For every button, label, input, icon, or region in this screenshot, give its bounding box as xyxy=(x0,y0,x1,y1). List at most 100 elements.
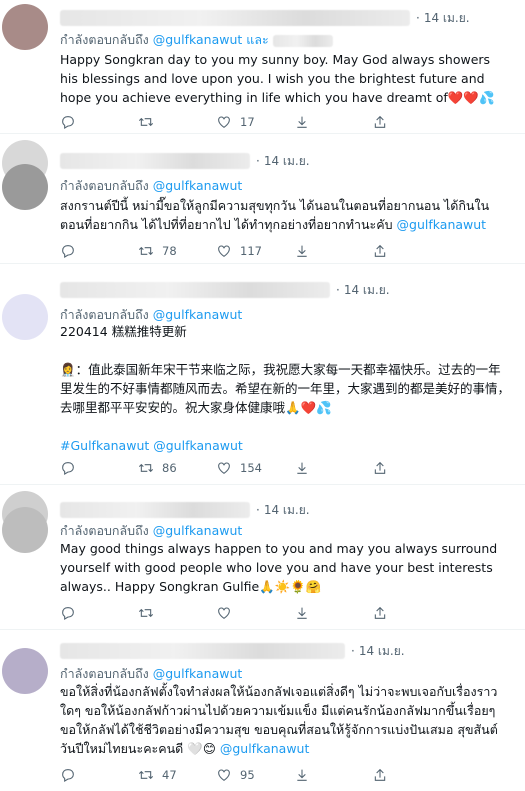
timestamp[interactable]: · 14 เม.ย. xyxy=(416,9,470,28)
tweet[interactable]: · 14 เม.ย. กำลังตอบกลับถึง @gulfkanawut ส… xyxy=(0,134,525,264)
author-name[interactable] xyxy=(60,643,345,659)
tweet[interactable]: · 14 เม.ย. กำลังตอบกลับถึง @gulfkanawut 2… xyxy=(0,264,525,485)
like-icon xyxy=(218,607,230,619)
download-button[interactable] xyxy=(294,243,372,259)
tweet-text: Happy Songkran day to you my sunny boy. … xyxy=(60,52,495,105)
reply-button[interactable] xyxy=(60,605,138,621)
like-button[interactable]: 17 xyxy=(216,114,294,130)
download-icon xyxy=(297,245,307,257)
like-icon xyxy=(218,462,230,474)
retweet-button[interactable] xyxy=(138,114,216,130)
reply-icon xyxy=(62,462,74,475)
share-button[interactable] xyxy=(372,605,450,621)
share-button[interactable] xyxy=(372,460,450,476)
like-icon xyxy=(218,245,230,257)
share-button[interactable] xyxy=(372,767,450,783)
download-icon xyxy=(297,116,307,128)
reply-mention[interactable]: @gulfkanawut xyxy=(153,666,243,681)
tweet-actions xyxy=(60,603,450,623)
retweet-icon xyxy=(138,463,154,473)
download-button[interactable] xyxy=(294,605,372,621)
timestamp[interactable]: · 14 เม.ย. xyxy=(336,281,390,300)
tweet[interactable]: · 14 เม.ย. กำลังตอบกลับถึง @gulfkanawut M… xyxy=(0,485,525,630)
author-name[interactable] xyxy=(60,282,330,298)
tweet-text: สงกรานต์ปีนี้ หม่ามี๊ขอให้ลูกมีความสุขทุ… xyxy=(60,198,490,232)
like-icon xyxy=(218,769,230,781)
reply-mention-and[interactable]: และ xyxy=(246,32,268,47)
share-icon xyxy=(374,768,386,781)
avatar-secondary xyxy=(2,164,48,210)
hashtag-line[interactable]: #Gulfkanawut @gulfkanawut xyxy=(60,436,511,455)
retweet-icon xyxy=(138,770,154,780)
avatar[interactable] xyxy=(2,294,48,340)
retweet-button[interactable] xyxy=(138,605,216,621)
reply-context: กำลังตอบกลับถึง @gulfkanawut xyxy=(60,178,243,193)
download-icon xyxy=(297,769,307,781)
author-name[interactable] xyxy=(60,153,250,169)
download-button[interactable] xyxy=(294,114,372,130)
reply-button[interactable] xyxy=(60,460,138,476)
download-button[interactable] xyxy=(294,460,372,476)
reply-context: กำลังตอบกลับถึง @gulfkanawut xyxy=(60,666,243,681)
reply-icon xyxy=(62,607,74,620)
reply-mention[interactable]: @gulfkanawut xyxy=(153,32,243,47)
retweet-button[interactable]: 78 xyxy=(138,243,216,259)
author-name[interactable] xyxy=(60,10,410,26)
tweet-actions: 86 154 xyxy=(60,458,450,478)
reply-mention[interactable]: @gulfkanawut xyxy=(153,523,243,538)
like-button[interactable] xyxy=(216,605,294,621)
reply-mention[interactable]: @gulfkanawut xyxy=(153,178,243,193)
download-icon xyxy=(297,462,307,474)
tweet-header: · 14 เม.ย. xyxy=(60,281,390,299)
share-button[interactable] xyxy=(372,243,450,259)
tweet-text: May good things always happen to you and… xyxy=(60,541,498,594)
retweet-icon xyxy=(138,608,154,618)
tweet-actions: 47 95 xyxy=(60,765,450,785)
tweet-text: 220414 糕糕推特更新 👩‍⚕️：值此泰国新年宋干节来临之际，我祝愿大家每一… xyxy=(60,324,511,455)
share-icon xyxy=(374,606,386,619)
reply-context: กำลังตอบกลับถึง @gulfkanawut xyxy=(60,523,243,538)
emoji: ❤️❤️💦 xyxy=(447,90,495,105)
reply-mention-blurred[interactable] xyxy=(272,34,333,47)
download-button[interactable] xyxy=(294,767,372,783)
timestamp[interactable]: · 14 เม.ย. xyxy=(256,152,310,171)
reply-icon xyxy=(62,769,74,782)
share-icon xyxy=(374,115,386,128)
reply-button[interactable] xyxy=(60,243,138,259)
timestamp[interactable]: · 14 เม.ย. xyxy=(256,501,310,520)
tweet-header: · 14 เม.ย. xyxy=(60,9,470,27)
tweet-paragraph: 👩‍⚕️：值此泰国新年宋干节来临之际，我祝愿大家每一天都幸福快乐。过去的一年里发… xyxy=(60,362,511,415)
retweet-icon xyxy=(138,246,154,256)
reply-context: กำลังตอบกลับถึง @gulfkanawut และ xyxy=(60,30,333,50)
reply-button[interactable] xyxy=(60,767,138,783)
reply-icon xyxy=(62,245,74,258)
reply-button[interactable] xyxy=(60,114,138,130)
tweet-actions: 17 xyxy=(60,112,450,132)
avatar[interactable] xyxy=(2,648,48,694)
tweet-actions: 78 117 xyxy=(60,241,450,261)
reply-icon xyxy=(62,116,74,129)
like-button[interactable]: 117 xyxy=(216,243,294,259)
tweet-header: · 14 เม.ย. xyxy=(60,501,310,519)
share-icon xyxy=(374,461,386,474)
timestamp[interactable]: · 14 เม.ย. xyxy=(351,642,405,661)
tweet[interactable]: · 14 เม.ย. กำลังตอบกลับถึง @gulfkanawut ข… xyxy=(0,630,525,791)
tweet[interactable]: · 14 เม.ย. กำลังตอบกลับถึง @gulfkanawut แ… xyxy=(0,0,525,134)
body-mention[interactable]: @gulfkanawut xyxy=(397,217,487,232)
like-button[interactable]: 95 xyxy=(216,767,294,783)
author-name[interactable] xyxy=(60,502,250,518)
retweet-button[interactable]: 86 xyxy=(138,460,216,476)
avatar[interactable] xyxy=(2,4,48,50)
tweet-header: · 14 เม.ย. xyxy=(60,642,405,660)
reply-mention[interactable]: @gulfkanawut xyxy=(153,307,243,322)
like-icon xyxy=(218,116,230,128)
share-button[interactable] xyxy=(372,114,450,130)
retweet-button[interactable]: 47 xyxy=(138,767,216,783)
like-button[interactable]: 154 xyxy=(216,460,294,476)
share-icon xyxy=(374,244,386,257)
tweet-text: ขอให้สิ่งที่น้องกลัฟตั้งใจทำส่งผลให้น้อง… xyxy=(60,684,498,756)
download-icon xyxy=(297,607,307,619)
avatar-secondary xyxy=(2,507,48,553)
body-mention[interactable]: @gulfkanawut xyxy=(220,741,310,756)
tweet-header: · 14 เม.ย. xyxy=(60,152,310,170)
